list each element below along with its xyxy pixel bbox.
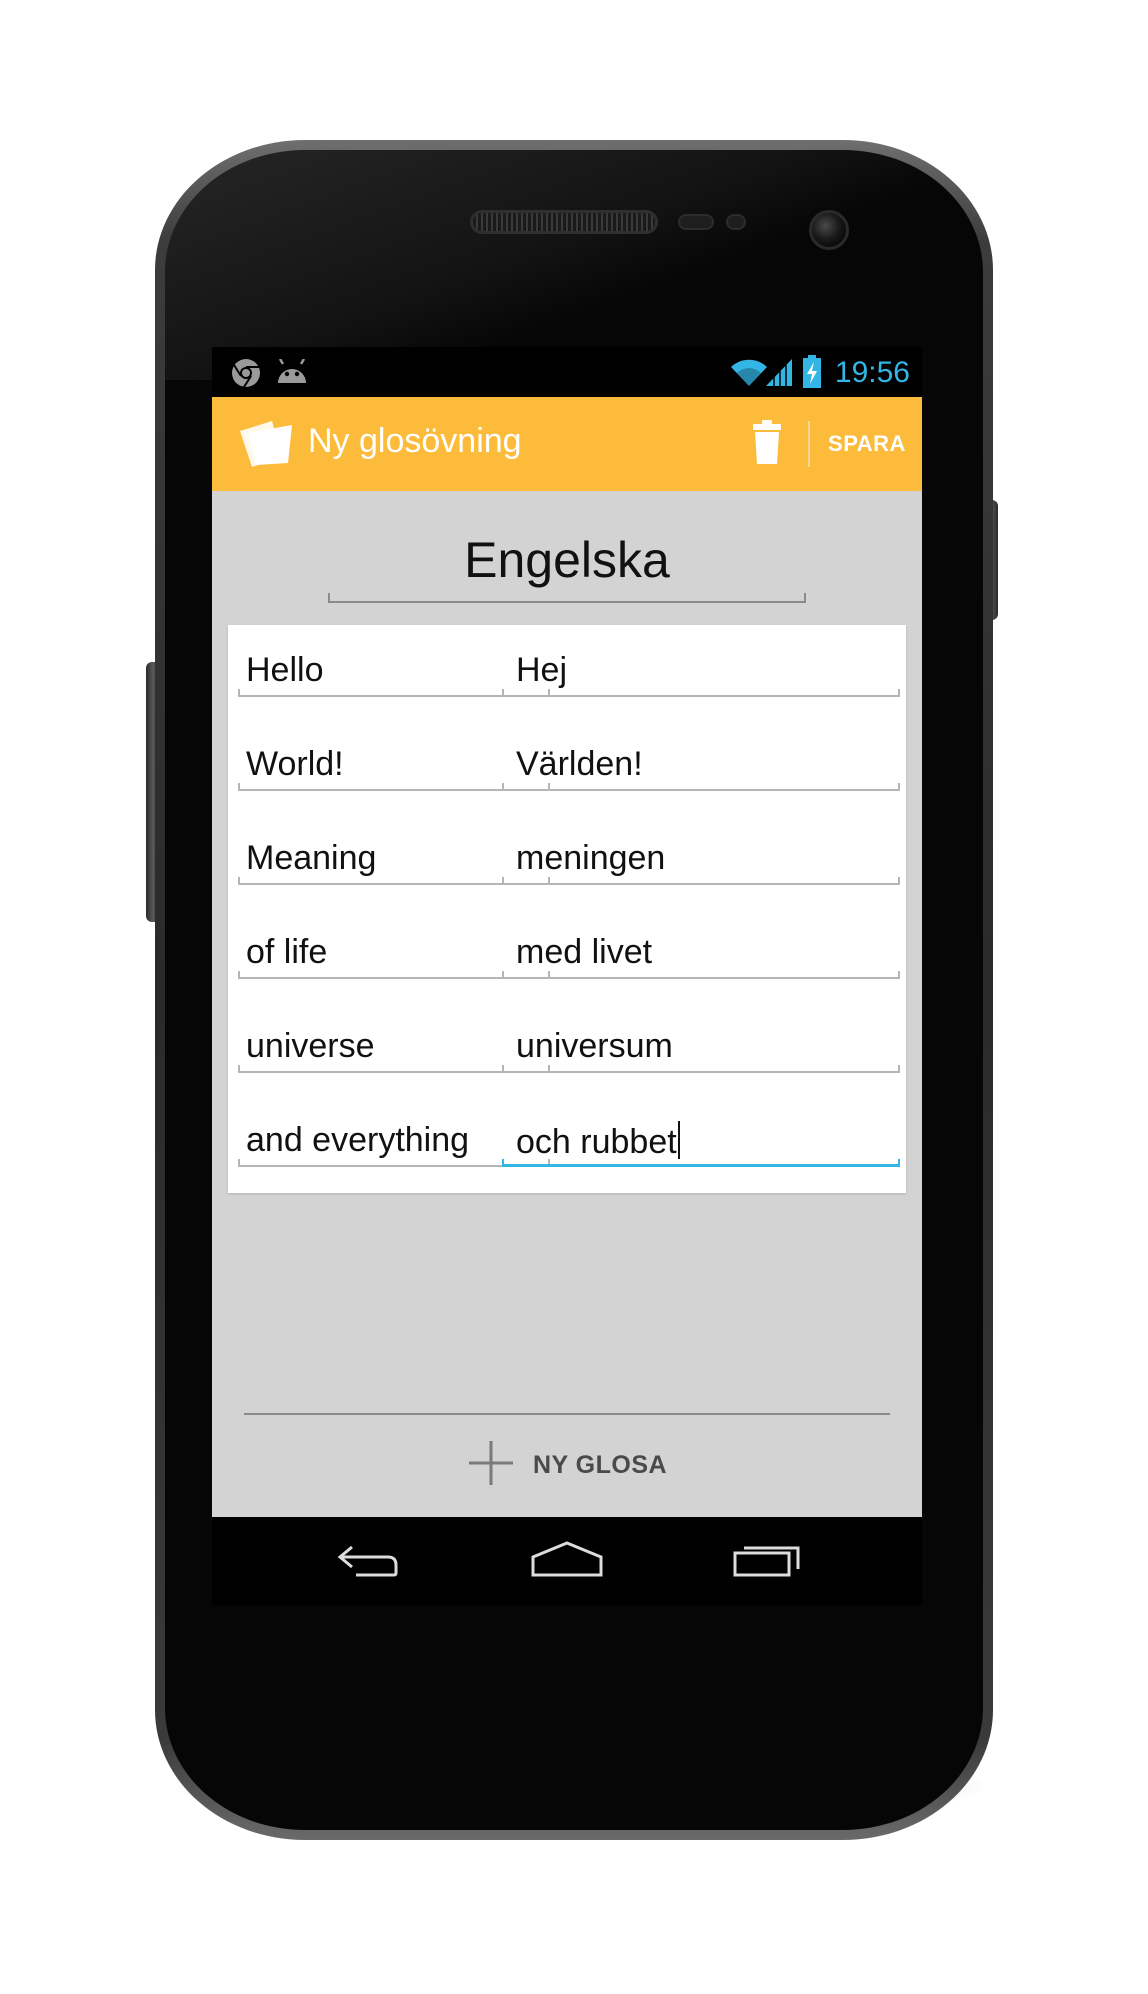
trash-icon bbox=[752, 420, 782, 468]
action-bar-title: Ny glosövning bbox=[308, 422, 522, 460]
word-text: Hello bbox=[246, 651, 324, 689]
translation-input[interactable]: med livet bbox=[500, 907, 906, 987]
list-title-underline bbox=[328, 593, 806, 603]
device-stage: 19:56 Ny glosövning SPARA Engelska Hello… bbox=[0, 0, 1148, 1994]
glass-reflection bbox=[165, 150, 983, 380]
action-bar: Ny glosövning SPARA bbox=[212, 397, 922, 491]
word-text: of life bbox=[246, 933, 328, 971]
field-underline bbox=[502, 1065, 900, 1073]
home-button[interactable] bbox=[507, 1531, 627, 1591]
translation-text-wrap: och rubbet bbox=[516, 1121, 680, 1162]
clock: 19:56 bbox=[834, 356, 910, 389]
text-cursor bbox=[677, 1121, 680, 1159]
translation-input[interactable]: universum bbox=[500, 1001, 906, 1081]
translation-input[interactable]: meningen bbox=[500, 813, 906, 893]
word-pairs-card: Hello Hej World! Världen! Meaning mening… bbox=[228, 625, 906, 1193]
field-underline bbox=[502, 971, 900, 979]
save-button[interactable]: SPARA bbox=[812, 397, 922, 491]
recent-apps-button[interactable] bbox=[707, 1531, 827, 1591]
status-bar: 19:56 bbox=[212, 347, 922, 397]
signal-icon bbox=[764, 357, 794, 391]
translation-input[interactable]: Hej bbox=[500, 625, 906, 705]
app-logo-icon[interactable] bbox=[238, 419, 296, 473]
translation-text: Världen! bbox=[516, 745, 643, 783]
navigation-bar bbox=[212, 1517, 922, 1605]
delete-button[interactable] bbox=[722, 397, 812, 491]
translation-input-focused[interactable]: och rubbet bbox=[500, 1095, 906, 1175]
front-camera bbox=[809, 210, 849, 250]
translation-text: Hej bbox=[516, 651, 568, 689]
field-underline-focused bbox=[502, 1159, 900, 1167]
field-underline bbox=[502, 877, 900, 885]
word-text: Meaning bbox=[246, 839, 377, 877]
word-text: and everything bbox=[246, 1121, 470, 1159]
word-text: universe bbox=[246, 1027, 375, 1065]
back-icon bbox=[332, 1539, 402, 1583]
translation-text: och rubbet bbox=[516, 1123, 677, 1161]
translation-text: universum bbox=[516, 1027, 673, 1065]
earpiece-speaker bbox=[470, 210, 658, 234]
add-word-button[interactable]: NY GLOSA bbox=[212, 1415, 922, 1515]
light-sensor bbox=[726, 214, 746, 230]
recent-apps-icon bbox=[732, 1539, 802, 1583]
add-word-label: NY GLOSA bbox=[532, 1450, 668, 1479]
word-text: World! bbox=[246, 745, 344, 783]
content-area: Engelska Hello Hej World! Världen! Meani… bbox=[212, 491, 922, 1517]
translation-text: med livet bbox=[516, 933, 653, 971]
proximity-sensor bbox=[678, 214, 714, 230]
chrome-icon bbox=[230, 357, 262, 393]
field-underline bbox=[502, 689, 900, 697]
home-icon bbox=[530, 1539, 604, 1583]
translation-input[interactable]: Världen! bbox=[500, 719, 906, 799]
plus-icon bbox=[467, 1439, 515, 1491]
field-underline bbox=[502, 783, 900, 791]
battery-charging-icon bbox=[802, 355, 822, 393]
list-title-input[interactable]: Engelska bbox=[328, 529, 806, 591]
screen: 19:56 Ny glosövning SPARA Engelska Hello… bbox=[212, 347, 922, 1605]
translation-text: meningen bbox=[516, 839, 666, 877]
action-bar-divider bbox=[808, 421, 810, 467]
wifi-icon bbox=[730, 358, 768, 392]
back-button[interactable] bbox=[307, 1531, 427, 1591]
android-icon bbox=[275, 358, 309, 389]
